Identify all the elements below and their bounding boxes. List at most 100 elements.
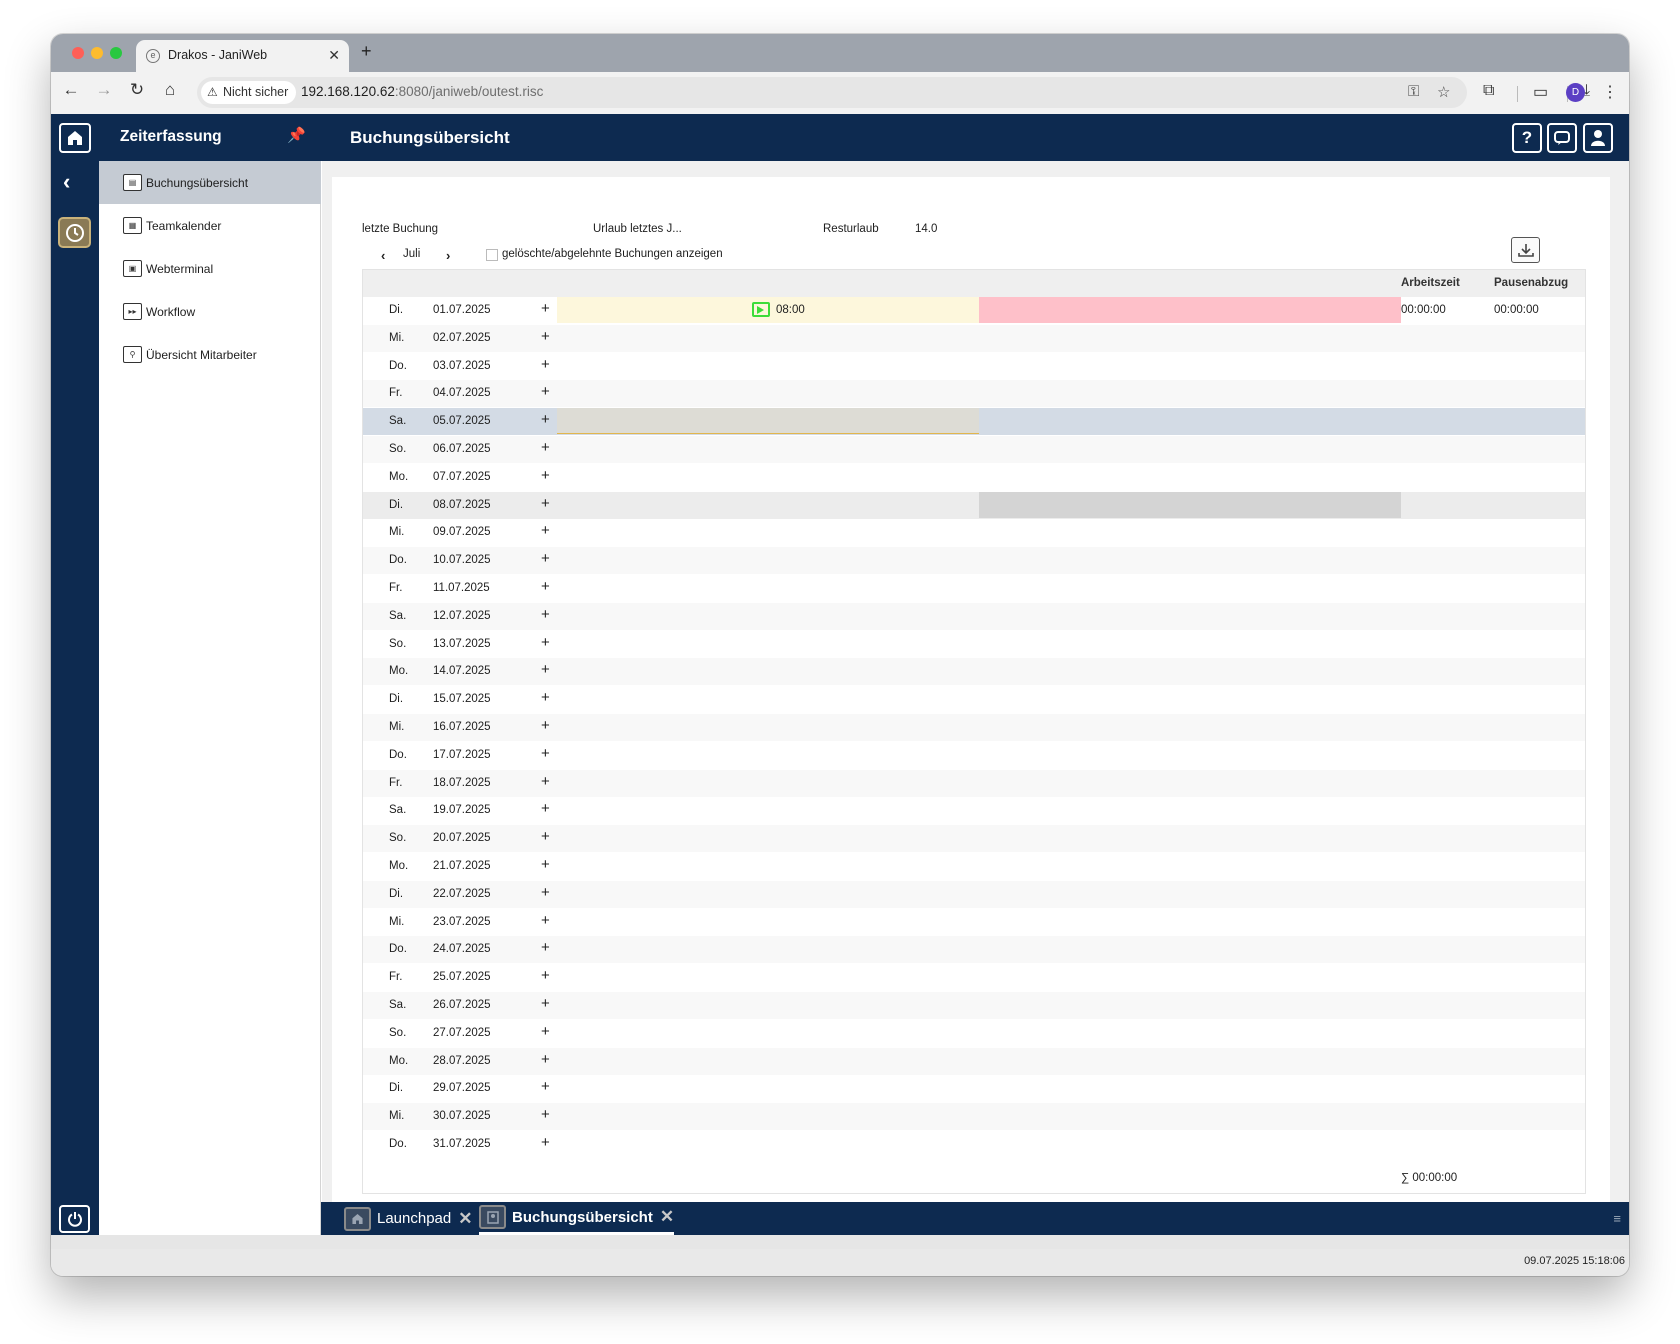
table-row[interactable]: Fr. 18.07.2025 + bbox=[363, 769, 1585, 797]
table-row[interactable]: Di. 08.07.2025 + bbox=[363, 491, 1585, 519]
table-row[interactable]: Fr. 25.07.2025 + bbox=[363, 964, 1585, 991]
address-bar[interactable]: ⚠ Nicht sicher 192.168.120.62:8080/janiw… bbox=[197, 77, 1467, 108]
table-row[interactable]: Di. 22.07.2025 + bbox=[363, 880, 1585, 908]
table-row[interactable]: Mo. 28.07.2025 + bbox=[363, 1047, 1585, 1075]
table-row[interactable]: Sa. 12.07.2025 + bbox=[363, 602, 1585, 630]
table-row[interactable]: Mi. 02.07.2025 + bbox=[363, 324, 1585, 352]
table-row[interactable]: So. 20.07.2025 + bbox=[363, 825, 1585, 853]
table-row[interactable]: Mo. 07.07.2025 + bbox=[363, 464, 1585, 491]
show-deleted-checkbox[interactable] bbox=[486, 249, 498, 261]
table-row[interactable]: Mi. 09.07.2025 + bbox=[363, 519, 1585, 546]
pin-icon[interactable]: 📌 bbox=[287, 126, 306, 144]
back-arrow-icon[interactable]: ← bbox=[59, 80, 83, 100]
table-row[interactable]: Sa. 05.07.2025 + bbox=[363, 408, 1585, 436]
close-tab-icon[interactable]: ✕ bbox=[328, 47, 340, 64]
table-row[interactable]: Fr. 04.07.2025 + bbox=[363, 380, 1585, 408]
profile-avatar[interactable]: D bbox=[1566, 83, 1585, 102]
add-booking-button[interactable]: + bbox=[541, 495, 550, 512]
zeiterfassung-module-button[interactable] bbox=[58, 217, 91, 248]
cast-icon[interactable]: ▭ bbox=[1533, 82, 1548, 102]
security-chip[interactable]: ⚠ Nicht sicher bbox=[201, 81, 297, 104]
table-row[interactable]: Mi. 30.07.2025 + bbox=[363, 1103, 1585, 1131]
add-booking-button[interactable]: + bbox=[541, 439, 550, 456]
add-booking-button[interactable]: + bbox=[541, 1023, 550, 1040]
new-tab-icon[interactable]: + bbox=[361, 41, 372, 62]
password-key-icon[interactable]: ⚿ bbox=[1408, 83, 1419, 100]
sidebar-item-webterminal[interactable]: ▣ Webterminal bbox=[99, 247, 321, 290]
chat-button[interactable] bbox=[1547, 123, 1577, 153]
add-booking-button[interactable]: + bbox=[541, 856, 550, 873]
forward-arrow-icon[interactable]: → bbox=[92, 80, 116, 100]
kebab-menu-icon[interactable]: ⋮ bbox=[1602, 82, 1618, 102]
bottom-tab-buchungsuebersicht[interactable]: Buchungsübersicht ✕ bbox=[479, 1202, 675, 1235]
table-row[interactable]: Do. 17.07.2025 + bbox=[363, 742, 1585, 769]
sidebar-item-teamkalender[interactable]: ▦ Teamkalender bbox=[99, 204, 321, 247]
bottom-tab-launchpad[interactable]: Launchpad ✕ bbox=[344, 1202, 473, 1235]
help-button[interactable]: ? bbox=[1512, 123, 1542, 153]
table-row[interactable]: So. 06.07.2025 + bbox=[363, 436, 1585, 463]
close-tab-icon[interactable]: ✕ bbox=[458, 1209, 472, 1229]
table-row[interactable]: Do. 10.07.2025 + bbox=[363, 547, 1585, 575]
url-text[interactable]: 192.168.120.62:8080/janiweb/outest.risc bbox=[301, 84, 543, 99]
add-booking-button[interactable]: + bbox=[541, 328, 550, 345]
browser-tab[interactable]: e Drakos - JaniWeb ✕ bbox=[136, 40, 349, 72]
maximize-window-icon[interactable] bbox=[110, 47, 122, 59]
add-booking-button[interactable]: + bbox=[541, 1134, 550, 1151]
table-row[interactable]: Sa. 26.07.2025 + bbox=[363, 992, 1585, 1019]
tab-list-menu-icon[interactable]: ≡ bbox=[1613, 1211, 1621, 1226]
table-row[interactable]: So. 27.07.2025 + bbox=[363, 1020, 1585, 1047]
add-booking-button[interactable]: + bbox=[541, 634, 550, 651]
add-booking-button[interactable]: + bbox=[541, 467, 550, 484]
minimize-window-icon[interactable] bbox=[91, 47, 103, 59]
prev-month-button[interactable]: ‹ bbox=[381, 248, 385, 263]
table-row[interactable]: Sa. 19.07.2025 + bbox=[363, 797, 1585, 824]
add-booking-button[interactable]: + bbox=[541, 967, 550, 984]
add-booking-button[interactable]: + bbox=[541, 383, 550, 400]
table-row[interactable]: Mo. 14.07.2025 + bbox=[363, 658, 1585, 686]
browser-home-icon[interactable]: ⌂ bbox=[158, 80, 182, 100]
table-row[interactable]: Di. 15.07.2025 + bbox=[363, 686, 1585, 713]
reload-icon[interactable]: ↻ bbox=[125, 80, 149, 100]
sidebar-item-workflow[interactable]: ▸▸ Workflow bbox=[99, 290, 321, 333]
extensions-icon[interactable]: ⧉ bbox=[1483, 82, 1494, 100]
bookmark-star-icon[interactable]: ☆ bbox=[1437, 83, 1450, 101]
close-window-icon[interactable] bbox=[72, 47, 84, 59]
table-row[interactable]: 08:00 00:00:00 00:00:00 Di. 01.07.2025 + bbox=[363, 297, 1585, 324]
add-booking-button[interactable]: + bbox=[541, 550, 550, 567]
table-row[interactable]: Do. 24.07.2025 + bbox=[363, 936, 1585, 964]
add-booking-button[interactable]: + bbox=[541, 745, 550, 762]
add-booking-button[interactable]: + bbox=[541, 939, 550, 956]
add-booking-button[interactable]: + bbox=[541, 717, 550, 734]
add-booking-button[interactable]: + bbox=[541, 411, 550, 428]
add-booking-button[interactable]: + bbox=[541, 1106, 550, 1123]
add-booking-button[interactable]: + bbox=[541, 1078, 550, 1095]
logout-button[interactable] bbox=[59, 1205, 90, 1233]
add-booking-button[interactable]: + bbox=[541, 300, 550, 317]
add-booking-button[interactable]: + bbox=[541, 522, 550, 539]
table-row[interactable]: Do. 03.07.2025 + bbox=[363, 353, 1585, 380]
add-booking-button[interactable]: + bbox=[541, 578, 550, 595]
next-month-button[interactable]: › bbox=[446, 248, 450, 263]
add-booking-button[interactable]: + bbox=[541, 884, 550, 901]
sidebar-item-buchungsuebersicht[interactable]: ▤ Buchungsübersicht bbox=[99, 161, 321, 204]
add-booking-button[interactable]: + bbox=[541, 800, 550, 817]
add-booking-button[interactable]: + bbox=[541, 773, 550, 790]
add-booking-button[interactable]: + bbox=[541, 828, 550, 845]
table-row[interactable]: Mi. 16.07.2025 + bbox=[363, 714, 1585, 741]
booking-time[interactable]: 08:00 bbox=[776, 304, 805, 316]
table-row[interactable]: So. 13.07.2025 + bbox=[363, 631, 1585, 658]
table-row[interactable]: Fr. 11.07.2025 + bbox=[363, 575, 1585, 602]
add-booking-button[interactable]: + bbox=[541, 995, 550, 1012]
table-row[interactable]: Do. 31.07.2025 + bbox=[363, 1131, 1585, 1158]
app-home-button[interactable] bbox=[59, 123, 91, 153]
come-booking-icon[interactable] bbox=[752, 302, 770, 317]
user-button[interactable] bbox=[1583, 123, 1613, 153]
export-button[interactable] bbox=[1511, 237, 1540, 263]
add-booking-button[interactable]: + bbox=[541, 689, 550, 706]
close-tab-icon[interactable]: ✕ bbox=[660, 1207, 674, 1227]
table-row[interactable]: Di. 29.07.2025 + bbox=[363, 1075, 1585, 1102]
table-row[interactable]: Mi. 23.07.2025 + bbox=[363, 909, 1585, 936]
add-booking-button[interactable]: + bbox=[541, 661, 550, 678]
add-booking-button[interactable]: + bbox=[541, 1051, 550, 1068]
sidebar-item-uebersicht-mitarbeiter[interactable]: ⚲ Übersicht Mitarbeiter bbox=[99, 333, 321, 376]
